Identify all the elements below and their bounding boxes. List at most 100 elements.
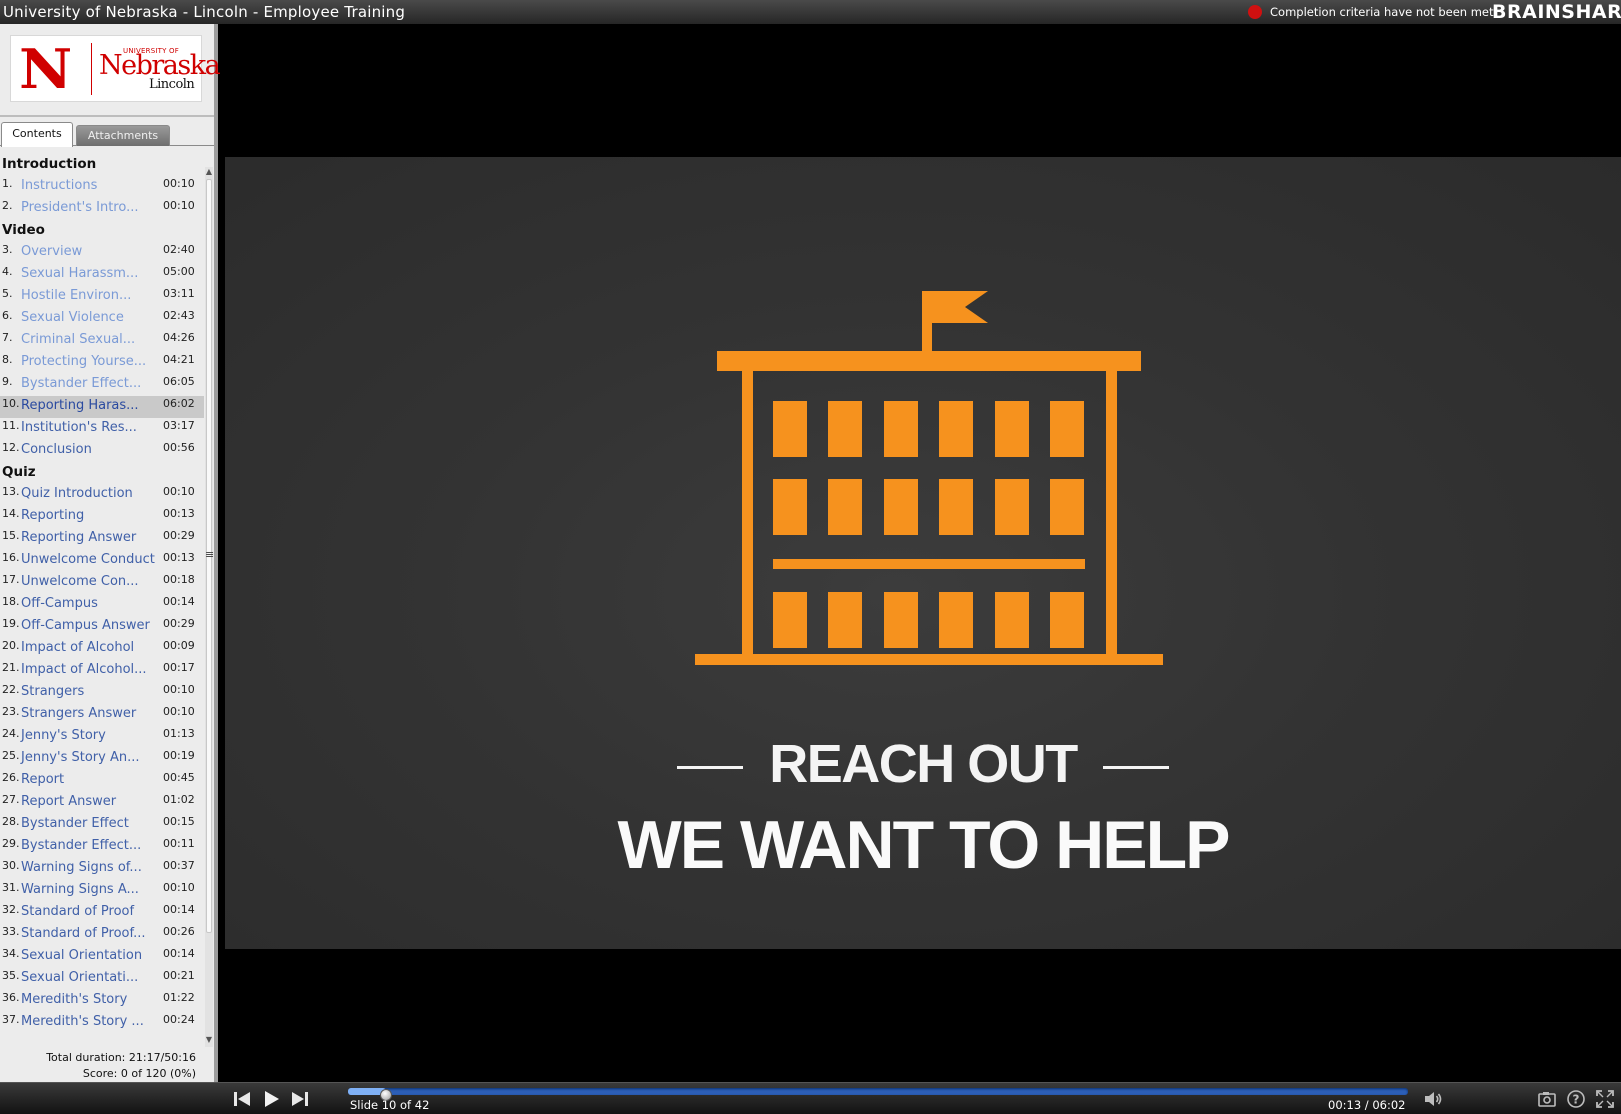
toc-item[interactable]: 37. Meredith's Story ... 00:24 (0, 1012, 204, 1034)
toc-item[interactable]: 23. Strangers Answer 00:10 (0, 704, 204, 726)
toc-item-title[interactable]: Hostile Environ... (21, 288, 131, 303)
toc-item[interactable]: 12. Conclusion 00:56 (0, 440, 204, 462)
heading-dash-left (677, 766, 744, 770)
toc-item[interactable]: 33. Standard of Proof... 00:26 (0, 924, 204, 946)
toc-item-title[interactable]: Overview (21, 244, 82, 259)
toc-item[interactable]: 34. Sexual Orientation 00:14 (0, 946, 204, 968)
toc-item[interactable]: 15. Reporting Answer 00:29 (0, 528, 204, 550)
toc-item-duration: 00:10 (163, 199, 195, 212)
volume-icon[interactable] (1422, 1088, 1444, 1110)
toc-item-title[interactable]: Bystander Effect... (21, 376, 141, 391)
toc-item[interactable]: 28. Bystander Effect 00:15 (0, 814, 204, 836)
progress-bar[interactable] (348, 1088, 1408, 1101)
toc-item-title[interactable]: Off-Campus (21, 596, 98, 611)
tab-attachments[interactable]: Attachments (76, 125, 170, 146)
toc-item[interactable]: 26. Report 00:45 (0, 770, 204, 792)
toc-item-title[interactable]: Sexual Orientati... (21, 970, 138, 985)
toc-item[interactable]: 35. Sexual Orientati... 00:21 (0, 968, 204, 990)
toc-item[interactable]: 20. Impact of Alcohol 00:09 (0, 638, 204, 660)
toc-item[interactable]: 5. Hostile Environ... 03:11 (0, 286, 204, 308)
toc-item-title[interactable]: Bystander Effect... (21, 838, 141, 853)
toc-item[interactable]: 27. Report Answer 01:02 (0, 792, 204, 814)
toc-item-title[interactable]: Quiz Introduction (21, 486, 133, 501)
heading-dash-right (1102, 766, 1169, 770)
toc-item[interactable]: 32. Standard of Proof 00:14 (0, 902, 204, 924)
toc-item[interactable]: 11. Institution's Res... 03:17 (0, 418, 204, 440)
snapshot-icon[interactable] (1536, 1088, 1558, 1110)
toc-item-title[interactable]: Jenny's Story An... (21, 750, 140, 765)
toc-item-title[interactable]: Reporting Answer (21, 530, 136, 545)
tab-contents[interactable]: Contents (1, 122, 73, 147)
toc-item[interactable]: 19. Off-Campus Answer 00:29 (0, 616, 204, 638)
toc-item-title[interactable]: Institution's Res... (21, 420, 137, 435)
toc-item[interactable]: 6. Sexual Violence 02:43 (0, 308, 204, 330)
toc-section-header: Video (2, 222, 45, 238)
toc-item-title[interactable]: Impact of Alcohol (21, 640, 134, 655)
toc-item-duration: 00:29 (163, 617, 195, 630)
toc-item[interactable]: 2. President's Intro... 00:10 (0, 198, 204, 220)
panel-resize-grip-icon[interactable]: ≡ (205, 549, 215, 561)
toc-item-title[interactable]: Bystander Effect (21, 816, 129, 831)
toc-item-number: 32. (2, 903, 20, 916)
toc-item[interactable]: 25. Jenny's Story An... 00:19 (0, 748, 204, 770)
toc-item[interactable]: 3. Overview 02:40 (0, 242, 204, 264)
toc-item-title[interactable]: Protecting Yourse... (21, 354, 146, 369)
toc-item[interactable]: 9. Bystander Effect... 06:05 (0, 374, 204, 396)
toc-item-title[interactable]: Jenny's Story (21, 728, 106, 743)
play-icon[interactable] (259, 1087, 283, 1111)
toc-item-duration: 00:10 (163, 177, 195, 190)
toc-item[interactable]: 18. Off-Campus 00:14 (0, 594, 204, 616)
toc-item[interactable]: 31. Warning Signs A... 00:10 (0, 880, 204, 902)
toc-item[interactable]: 36. Meredith's Story 01:22 (0, 990, 204, 1012)
toc-item-title[interactable]: Report Answer (21, 794, 116, 809)
toc-item[interactable]: 8. Protecting Yourse... 04:21 (0, 352, 204, 374)
toc-item-title[interactable]: Warning Signs of... (21, 860, 142, 875)
toc-item-duration: 00:09 (163, 639, 195, 652)
toc-item-title[interactable]: Warning Signs A... (21, 882, 139, 897)
toc-scrollbar[interactable]: ▲ ▼ (205, 167, 213, 1047)
toc-item-title[interactable]: Unwelcome Conduct (21, 552, 155, 567)
toc-item-title[interactable]: Reporting (21, 508, 84, 523)
toc-item[interactable]: 30. Warning Signs of... 00:37 (0, 858, 204, 880)
toc-item-title[interactable]: Meredith's Story ... (21, 1014, 144, 1029)
toc-item-title[interactable]: Sexual Orientation (21, 948, 142, 963)
toc-item-title[interactable]: Reporting Haras... (21, 398, 139, 413)
toc-item[interactable]: 16. Unwelcome Conduct 00:13 (0, 550, 204, 572)
toc-item-title[interactable]: Impact of Alcohol... (21, 662, 147, 677)
toc-item[interactable]: 14. Reporting 00:13 (0, 506, 204, 528)
toc-item-title[interactable]: Criminal Sexual... (21, 332, 135, 347)
toc-item[interactable]: 21. Impact of Alcohol... 00:17 (0, 660, 204, 682)
toc-item-title[interactable]: Report (21, 772, 64, 787)
next-icon[interactable] (288, 1087, 312, 1111)
toc-item-title[interactable]: Standard of Proof (21, 904, 134, 919)
toc-item-number: 14. (2, 507, 20, 520)
toc-item[interactable]: 13. Quiz Introduction 00:10 (0, 484, 204, 506)
toc-item[interactable]: 24. Jenny's Story 01:13 (0, 726, 204, 748)
previous-icon[interactable] (230, 1087, 254, 1111)
toc-item-title[interactable]: Conclusion (21, 442, 92, 457)
toc-item-number: 26. (2, 771, 20, 784)
toc-item-title[interactable]: Instructions (21, 178, 97, 193)
scroll-down-arrow-icon[interactable]: ▼ (205, 1035, 213, 1045)
toc-item[interactable]: 29. Bystander Effect... 00:11 (0, 836, 204, 858)
toc-item-title[interactable]: Off-Campus Answer (21, 618, 150, 633)
toc-item[interactable]: 7. Criminal Sexual... 04:26 (0, 330, 204, 352)
toc-item[interactable]: 4. Sexual Harassm... 05:00 (0, 264, 204, 286)
toc-item[interactable]: 17. Unwelcome Con... 00:18 (0, 572, 204, 594)
toc-item-title[interactable]: President's Intro... (21, 200, 138, 215)
toc-item-title[interactable]: Sexual Harassm... (21, 266, 138, 281)
toc-item-title[interactable]: Strangers (21, 684, 84, 699)
toc-item-current[interactable]: 10. Reporting Haras... 06:02 (0, 396, 204, 418)
toc-item[interactable]: 1. Instructions 00:10 (0, 176, 204, 198)
help-icon[interactable]: ? (1565, 1088, 1587, 1110)
toc-item[interactable]: 22. Strangers 00:10 (0, 682, 204, 704)
toc-item-title[interactable]: Strangers Answer (21, 706, 136, 721)
toc-item-title[interactable]: Sexual Violence (21, 310, 124, 325)
fullscreen-icon[interactable] (1594, 1088, 1616, 1110)
toc-item-title[interactable]: Standard of Proof... (21, 926, 146, 941)
toc-item-duration: 00:18 (163, 573, 195, 586)
toc-item-title[interactable]: Meredith's Story (21, 992, 127, 1007)
toc-item-title[interactable]: Unwelcome Con... (21, 574, 139, 589)
scroll-up-arrow-icon[interactable]: ▲ (205, 167, 213, 177)
toc-item-duration: 00:11 (163, 837, 195, 850)
